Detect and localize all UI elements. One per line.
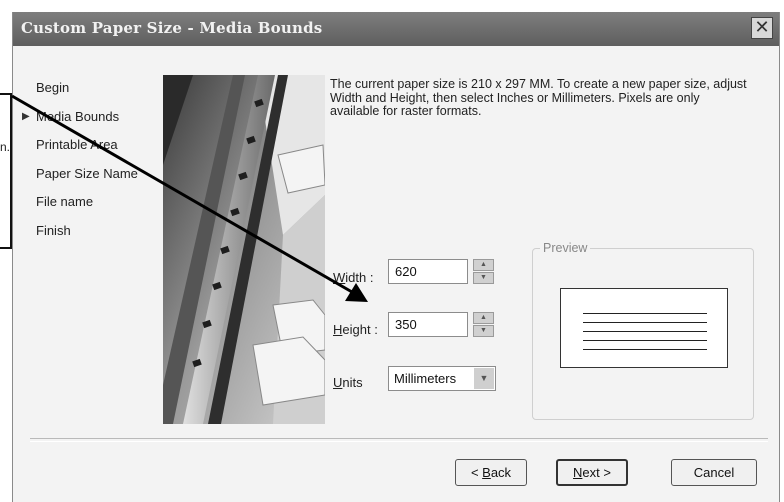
plotter-photo <box>163 75 325 424</box>
cancel-button[interactable]: Cancel <box>671 459 757 486</box>
step-label: Finish <box>36 222 71 238</box>
step-label: File name <box>36 194 94 209</box>
step-begin: Begin <box>36 74 138 103</box>
back-button[interactable]: < Back <box>455 459 527 486</box>
units-selected-value: Millimeters <box>394 371 457 386</box>
wizard-steps: Begin ▶ Media Bounds Printable Area Pape… <box>22 74 138 246</box>
annotation-text: n. <box>0 140 11 154</box>
title-bar[interactable]: Custom Paper Size - Media Bounds ✕ <box>13 12 779 46</box>
step-label: Media Bounds <box>36 108 120 124</box>
step-paper-size-name: Paper Size Name <box>36 160 138 189</box>
width-spinner[interactable]: ▲ ▼ <box>473 259 494 284</box>
next-button[interactable]: Next > <box>556 459 628 486</box>
annotation-box <box>0 93 12 249</box>
step-printable-area: Printable Area <box>36 131 138 160</box>
separator <box>30 438 768 442</box>
step-media-bounds: ▶ Media Bounds <box>22 103 138 132</box>
preview-line <box>583 331 707 332</box>
preview-line <box>583 313 707 314</box>
height-input[interactable]: 350 <box>388 312 468 337</box>
step-label: Printable Area <box>36 137 118 152</box>
step-finish: Finish <box>36 217 138 246</box>
window-title: Custom Paper Size - Media Bounds <box>21 19 323 37</box>
description-text: The current paper size is 210 x 297 MM. … <box>330 77 747 118</box>
step-file-name: File name <box>36 188 138 217</box>
width-label: Width : <box>333 270 374 285</box>
height-label: Height : <box>333 322 378 337</box>
step-label: Paper Size Name <box>36 165 138 181</box>
units-label: Units <box>333 375 363 390</box>
close-button[interactable]: ✕ <box>751 17 773 39</box>
spin-up-icon[interactable]: ▲ <box>473 259 494 271</box>
units-select[interactable]: Millimeters ▼ <box>388 366 496 391</box>
preview-page <box>560 288 728 368</box>
chevron-down-icon[interactable]: ▼ <box>474 368 494 389</box>
spin-down-icon[interactable]: ▼ <box>473 325 494 337</box>
preview-line <box>583 322 707 323</box>
arrow-right-icon: ▶ <box>22 110 30 122</box>
height-spinner[interactable]: ▲ ▼ <box>473 312 494 337</box>
spin-up-icon[interactable]: ▲ <box>473 312 494 324</box>
preview-line <box>583 349 707 350</box>
width-input[interactable]: 620 <box>388 259 468 284</box>
step-label: Begin <box>36 80 70 95</box>
preview-line <box>583 340 707 341</box>
preview-title: Preview <box>540 241 591 255</box>
spin-down-icon[interactable]: ▼ <box>473 272 494 284</box>
